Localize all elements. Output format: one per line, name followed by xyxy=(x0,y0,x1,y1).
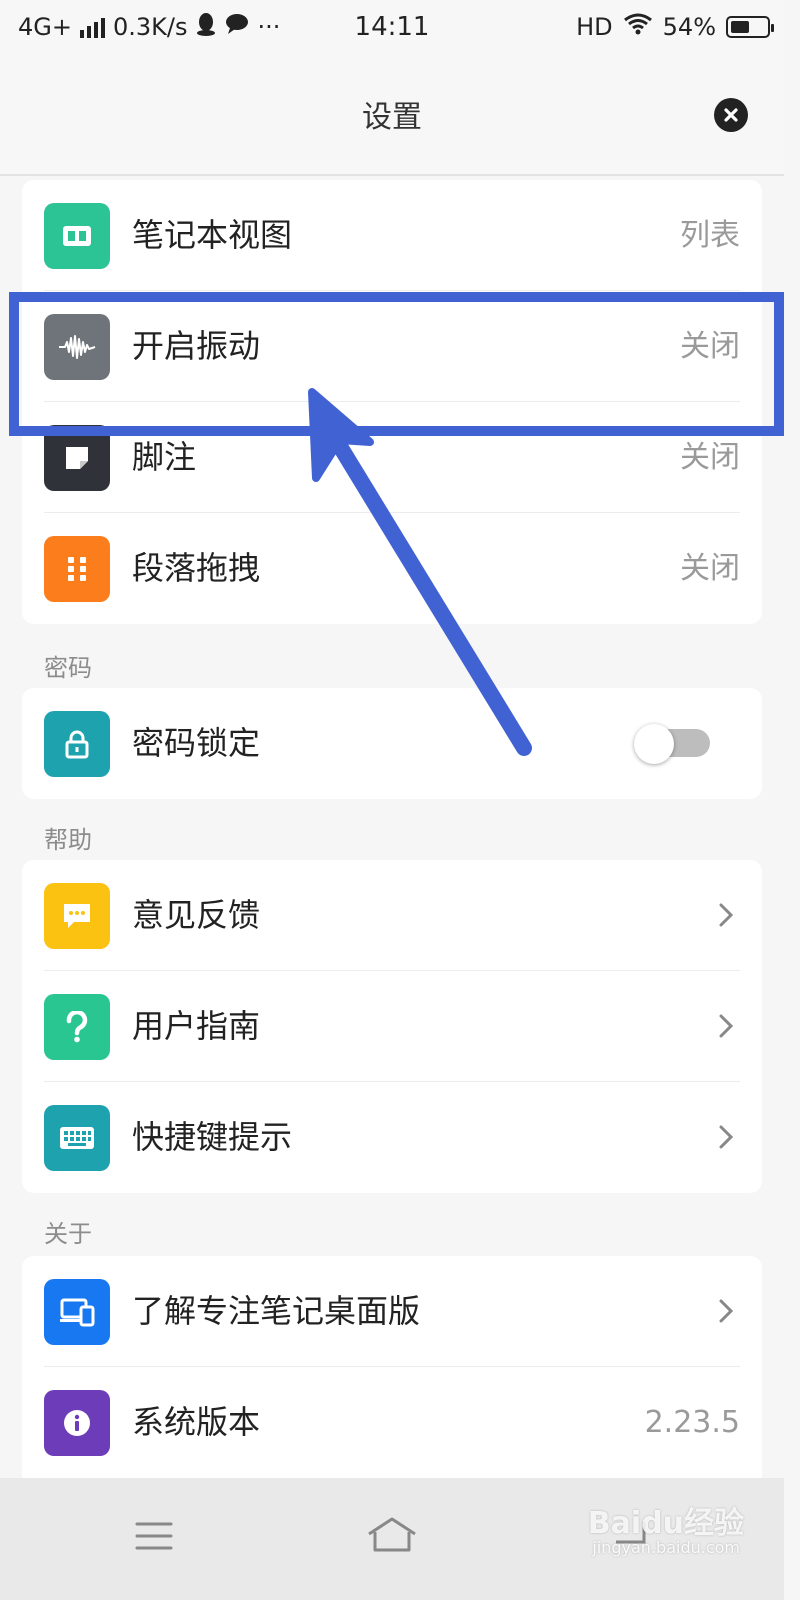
grip-icon xyxy=(44,536,110,602)
watermark-url: jingyan.baidu.com xyxy=(592,1538,740,1557)
waveform-icon xyxy=(44,314,110,380)
row-label: 脚注 xyxy=(132,438,197,476)
system-version-row[interactable]: 系统版本 2.23.5 xyxy=(22,1367,762,1478)
question-icon xyxy=(44,994,110,1060)
chevron-right-icon xyxy=(719,1299,734,1323)
settings-card-help: 意见反馈 用户指南 快捷键提示 xyxy=(22,860,762,1193)
row-label: 系统版本 xyxy=(132,1403,261,1441)
row-label: 段落拖拽 xyxy=(132,549,261,587)
info-icon xyxy=(44,1390,110,1456)
password-lock-row[interactable]: 密码锁定 xyxy=(22,688,762,799)
close-icon xyxy=(724,108,738,122)
vibration-row[interactable]: 开启振动 关闭 xyxy=(22,291,762,402)
section-label-about: 关于 xyxy=(44,1220,92,1248)
row-value: 关闭 xyxy=(680,440,740,475)
menu-button[interactable] xyxy=(124,1506,184,1566)
settings-card-about: 了解专注笔记桌面版 系统版本 2.23.5 xyxy=(22,1256,762,1486)
toggle-knob xyxy=(634,724,674,764)
battery-percent: 54% xyxy=(662,13,716,41)
chevron-right-icon xyxy=(719,903,734,927)
menu-icon xyxy=(135,1522,173,1550)
settings-card-password: 密码锁定 xyxy=(22,688,762,799)
feedback-row[interactable]: 意见反馈 xyxy=(22,860,762,971)
note-icon xyxy=(44,425,110,491)
home-button[interactable] xyxy=(362,1506,422,1566)
chat-icon xyxy=(44,883,110,949)
chevron-right-icon xyxy=(719,1014,734,1038)
lock-icon xyxy=(44,711,110,777)
header: 设置 xyxy=(0,54,784,176)
columns-icon xyxy=(44,203,110,269)
password-lock-toggle[interactable] xyxy=(634,724,712,764)
row-label: 用户指南 xyxy=(132,1007,261,1045)
shortcut-tips-row[interactable]: 快捷键提示 xyxy=(22,1082,762,1193)
row-label: 意见反馈 xyxy=(132,896,261,934)
status-bar: 4G+ 0.3K/s ··· 14:11 HD 54% xyxy=(0,0,784,54)
row-value: 2.23.5 xyxy=(644,1405,740,1440)
row-value: 关闭 xyxy=(680,551,740,586)
battery-icon xyxy=(726,16,774,38)
user-guide-row[interactable]: 用户指南 xyxy=(22,971,762,1082)
desktop-version-row[interactable]: 了解专注笔记桌面版 xyxy=(22,1256,762,1367)
chevron-right-icon xyxy=(719,1125,734,1149)
home-icon xyxy=(368,1517,416,1552)
devices-icon xyxy=(44,1279,110,1345)
wifi-icon xyxy=(623,12,653,42)
section-label-password: 密码 xyxy=(44,654,92,682)
close-button[interactable] xyxy=(714,98,748,132)
row-label: 开启振动 xyxy=(132,327,261,365)
row-value: 列表 xyxy=(680,218,740,253)
footnote-row[interactable]: 脚注 关闭 xyxy=(22,402,762,513)
hd-indicator: HD xyxy=(576,13,613,41)
row-value: 关闭 xyxy=(680,329,740,364)
row-label: 笔记本视图 xyxy=(132,216,293,254)
page-title: 设置 xyxy=(362,100,422,135)
section-label-help: 帮助 xyxy=(44,826,92,854)
row-label: 密码锁定 xyxy=(132,724,261,762)
settings-card-general: 笔记本视图 列表 开启振动 关闭 脚注 关闭 段落拖拽 关闭 xyxy=(22,180,762,624)
notebook-view-row[interactable]: 笔记本视图 列表 xyxy=(22,180,762,291)
bottom-nav-bar: Baidu经验 jingyan.baidu.com xyxy=(0,1478,784,1600)
keyboard-icon xyxy=(44,1105,110,1171)
row-label: 快捷键提示 xyxy=(132,1118,293,1156)
row-label: 了解专注笔记桌面版 xyxy=(132,1292,421,1330)
watermark-logo: Baidu经验 xyxy=(587,1506,744,1541)
paragraph-drag-row[interactable]: 段落拖拽 关闭 xyxy=(22,513,762,624)
